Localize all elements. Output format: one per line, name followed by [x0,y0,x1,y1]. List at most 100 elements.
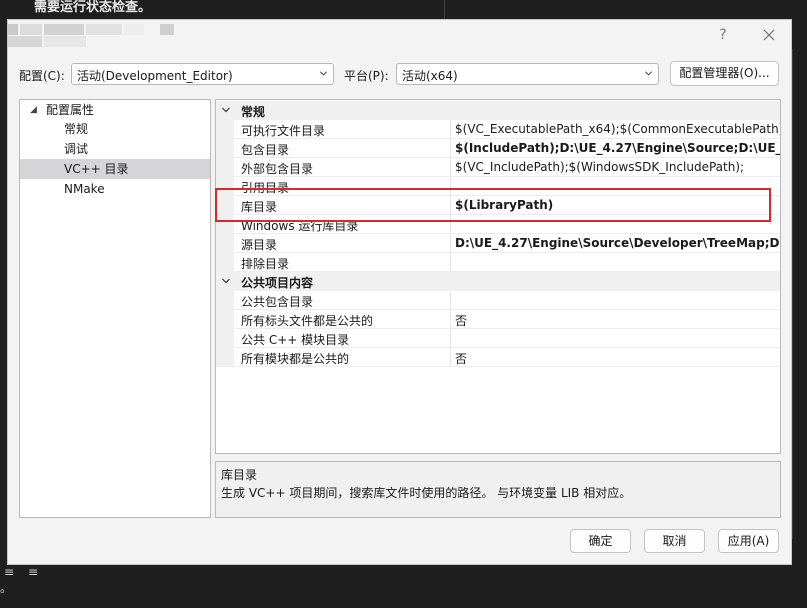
description-title: 库目录 [221,468,258,482]
chevron-down-icon [645,71,652,76]
menu-glyph: ≡ [28,565,39,579]
property-name: 公共包含目录 [241,295,314,309]
ok-button[interactable]: 确定 [570,529,631,553]
property-name: 所有标头文件都是公共的 [241,314,374,328]
property-value[interactable]: 否 [455,350,467,367]
category-public-project-content[interactable]: 公共项目内容 [216,272,780,291]
category-general[interactable]: 常规 [216,101,780,120]
row-gutter [216,291,234,310]
platform-dropdown[interactable]: 活动(x64) [396,63,659,85]
help-button[interactable]: ? [708,24,738,46]
background-divider [444,0,445,19]
expand-triangle-icon[interactable]: ◢ [30,100,37,120]
tree-item-label: VC++ 目录 [64,162,129,176]
property-grid: 常规 可执行文件目录 $(VC_ExecutablePath_x64);$(Co… [215,99,781,454]
tree-root-config-properties[interactable]: ◢ 配置属性 [20,100,210,120]
column-divider [450,329,451,348]
column-divider [450,310,451,329]
property-name: 源目录 [241,238,278,252]
tree-item-label: 调试 [64,142,89,156]
description-text: 生成 VC++ 项目期间，搜索库文件时使用的路径。 与环境变量 LIB 相对应。 [221,486,632,500]
property-value[interactable]: $(IncludePath);D:\UE_4.27\Engine\Source;… [455,141,780,155]
punct-glyph: 。 [0,581,13,595]
column-divider [450,253,451,272]
platform-label: 平台(P): [344,69,389,83]
blurred-title-block [160,24,174,35]
property-row[interactable]: 源目录 D:\UE_4.27\Engine\Source\Developer\T… [216,234,780,253]
blurred-title-block [44,36,86,47]
chevron-down-icon [320,71,327,76]
background-text: 需要运行状态检查。 [34,0,152,15]
highlight-annotation-box [215,188,771,222]
property-row[interactable]: 排除目录 [216,253,780,272]
chevron-down-icon[interactable] [222,277,230,285]
close-icon [763,29,775,41]
tree-root-label: 配置属性 [46,103,95,117]
config-dropdown[interactable]: 活动(Development_Editor) [71,63,334,85]
blurred-title-block [8,24,18,35]
row-gutter [216,253,234,272]
dialog-titlebar: ? [8,20,791,52]
config-dropdown-value: 活动(Development_Editor) [77,69,233,83]
tree-item-label: 常规 [64,122,89,136]
chevron-down-icon[interactable] [222,106,230,114]
tree-item-general[interactable]: 常规 [20,119,210,139]
property-name: 排除目录 [241,257,290,271]
menu-glyph: ≡ [4,565,15,579]
background-editor-right [792,19,807,565]
row-gutter [216,158,234,177]
property-row[interactable]: 公共包含目录 [216,291,780,310]
cancel-button[interactable]: 取消 [644,529,705,553]
config-label: 配置(C): [19,69,65,83]
tree-item-label: NMake [64,182,105,196]
property-row[interactable]: 公共 C++ 模块目录 [216,329,780,348]
background-editor-top: 需要运行状态检查。 [0,0,807,19]
config-manager-button[interactable]: 配置管理器(O)... [670,61,779,86]
row-gutter [216,120,234,139]
column-divider [450,348,451,367]
category-label: 常规 [241,105,266,119]
blurred-title-block [44,24,84,35]
blurred-title-block [124,24,144,35]
column-divider [450,158,451,177]
property-name: 外部包含目录 [241,162,314,176]
property-row[interactable]: 所有模块都是公共的 否 [216,348,780,367]
row-gutter [216,234,234,253]
property-row[interactable]: 所有标头文件都是公共的 否 [216,310,780,329]
background-divider [792,49,793,539]
column-divider [450,291,451,310]
tree-item-vc-directories[interactable]: VC++ 目录 [20,159,210,179]
property-value[interactable]: $(VC_ExecutablePath_x64);$(CommonExecuta… [455,122,780,136]
column-divider [450,234,451,253]
property-row[interactable]: 外部包含目录 $(VC_IncludePath);$(WindowsSDK_In… [216,158,780,177]
property-tree: ◢ 配置属性 常规 调试 VC++ 目录 NMake [19,99,211,518]
property-row[interactable]: 可执行文件目录 $(VC_ExecutablePath_x64);$(Commo… [216,120,780,139]
apply-button[interactable]: 应用(A) [718,529,779,553]
property-name: 所有模块都是公共的 [241,352,350,366]
row-gutter [216,310,234,329]
property-pages-dialog: ? 配置(C): 活动(Development_Editor) 平台(P): 活… [7,19,792,565]
property-name: 包含目录 [241,143,290,157]
background-editor-bottom: ≡ ≡ 。 [0,565,807,608]
property-value[interactable]: D:\UE_4.27\Engine\Source\Developer\TreeM… [455,236,780,250]
row-divider [234,366,780,367]
column-divider [450,120,451,139]
row-gutter [216,348,234,367]
row-gutter [216,329,234,348]
property-name: 公共 C++ 模块目录 [241,333,350,347]
close-button[interactable] [754,24,784,46]
property-value[interactable]: 否 [455,312,467,329]
description-panel: 库目录 生成 VC++ 项目期间，搜索库文件时使用的路径。 与环境变量 LIB … [215,461,781,518]
property-name: 可执行文件目录 [241,124,326,138]
tree-item-nmake[interactable]: NMake [20,179,210,199]
tree-item-debugging[interactable]: 调试 [20,139,210,159]
platform-dropdown-value: 活动(x64) [402,69,458,83]
column-divider [450,139,451,158]
row-gutter [216,139,234,158]
blurred-title-block [8,36,42,47]
blurred-title-block [20,24,42,35]
property-value[interactable]: $(VC_IncludePath);$(WindowsSDK_IncludePa… [455,160,744,174]
category-label: 公共项目内容 [241,276,314,290]
blurred-title-block [86,24,122,35]
property-row[interactable]: 包含目录 $(IncludePath);D:\UE_4.27\Engine\So… [216,139,780,158]
